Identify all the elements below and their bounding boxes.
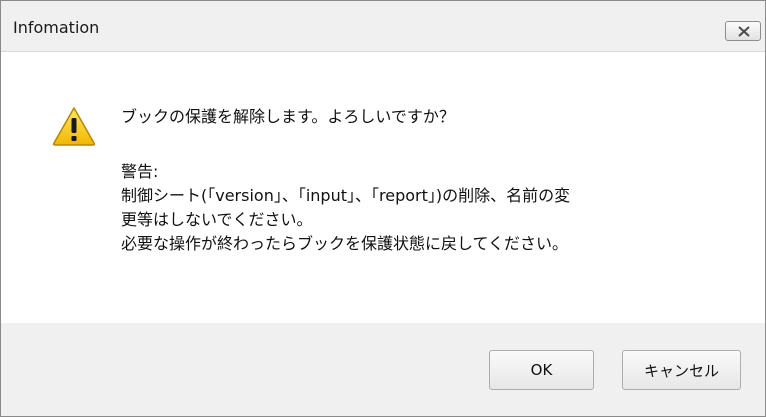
dialog-content: ブックの保護を解除します。よろしいですか？ 警告: 制御シート(「version… <box>1 52 765 323</box>
close-button[interactable] <box>725 21 761 41</box>
warning-line: 制御シート(「version」、「input」、「report」)の削除、名前の… <box>121 186 571 205</box>
warning-message: 警告: 制御シート(「version」、「input」、「report」)の削除… <box>121 160 570 256</box>
confirm-question: ブックの保護を解除します。よろしいですか？ <box>121 107 455 126</box>
cancel-button[interactable]: キャンセル <box>622 350 741 390</box>
button-bar: OK キャンセル <box>1 323 765 416</box>
ok-button[interactable]: OK <box>489 350 594 390</box>
title-bar[interactable]: Infomation <box>1 1 765 52</box>
window-title: Infomation <box>13 18 100 37</box>
warning-heading: 警告: <box>121 162 159 181</box>
warning-icon <box>52 107 96 146</box>
warning-line: 必要な操作が終わったらブックを保護状態に戻してください。 <box>121 234 569 253</box>
message-dialog: Infomation ブックの保護を解除します。よろしいですか？ 警告: 制御シ… <box>0 0 766 417</box>
close-icon <box>738 26 750 37</box>
warning-line: 更等はしないでください。 <box>121 210 313 229</box>
